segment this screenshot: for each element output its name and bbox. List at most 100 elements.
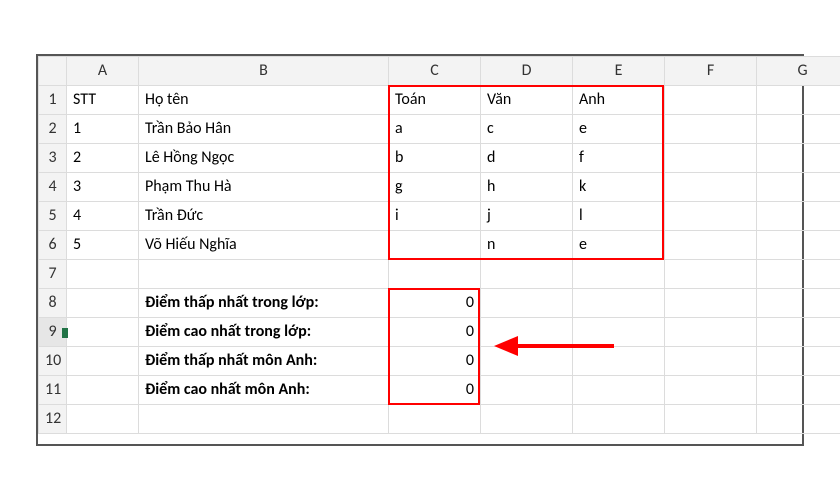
cell-C3[interactable]: b [389,144,481,173]
cell-B12[interactable] [139,405,389,434]
cell-G8[interactable] [757,289,840,318]
cell-A4[interactable]: 3 [67,173,139,202]
cell-C2[interactable]: a [389,115,481,144]
cell-G2[interactable] [757,115,840,144]
cell-B10[interactable]: Điểm thấp nhất môn Anh: [139,347,389,376]
cell-B9[interactable]: Điểm cao nhất trong lớp: [139,318,389,347]
cell-A11[interactable] [67,376,139,405]
cell-G10[interactable] [757,347,840,376]
cell-E3[interactable]: f [573,144,665,173]
cell-A3[interactable]: 2 [67,144,139,173]
cell-D4[interactable]: h [481,173,573,202]
col-header-D[interactable]: D [481,57,573,86]
cell-G6[interactable] [757,231,840,260]
cell-D11[interactable] [481,376,573,405]
cell-F9[interactable] [665,318,757,347]
row-header-3[interactable]: 3 [39,144,67,173]
row-header-4[interactable]: 4 [39,173,67,202]
cell-F3[interactable] [665,144,757,173]
cell-D1[interactable]: Văn [481,86,573,115]
cell-D2[interactable]: c [481,115,573,144]
cell-C6[interactable] [389,231,481,260]
cell-G9[interactable] [757,318,840,347]
cell-B1[interactable]: Họ tên [139,86,389,115]
cell-C8[interactable]: 0 [389,289,481,318]
cell-C5[interactable]: i [389,202,481,231]
row-header-7[interactable]: 7 [39,260,67,289]
cell-G1[interactable] [757,86,840,115]
cell-C11[interactable]: 0 [389,376,481,405]
cell-D5[interactable]: j [481,202,573,231]
cell-F1[interactable] [665,86,757,115]
col-header-C[interactable]: C [389,57,481,86]
cell-F7[interactable] [665,260,757,289]
cell-E7[interactable] [573,260,665,289]
cell-F6[interactable] [665,231,757,260]
cell-A2[interactable]: 1 [67,115,139,144]
cell-D9[interactable] [481,318,573,347]
cell-G7[interactable] [757,260,840,289]
cell-F11[interactable] [665,376,757,405]
row-header-5[interactable]: 5 [39,202,67,231]
cell-E2[interactable]: e [573,115,665,144]
row-header-12[interactable]: 12 [39,405,67,434]
row-header-11[interactable]: 11 [39,376,67,405]
col-header-G[interactable]: G [757,57,840,86]
cell-E8[interactable] [573,289,665,318]
cell-B4[interactable]: Phạm Thu Hà [139,173,389,202]
cell-F8[interactable] [665,289,757,318]
cell-G3[interactable] [757,144,840,173]
row-header-6[interactable]: 6 [39,231,67,260]
cell-A7[interactable] [67,260,139,289]
col-header-A[interactable]: A [67,57,139,86]
cell-B6[interactable]: Võ Hiếu Nghĩa [139,231,389,260]
col-header-B[interactable]: B [139,57,389,86]
cell-B7[interactable] [139,260,389,289]
cell-D7[interactable] [481,260,573,289]
cell-E1[interactable]: Anh [573,86,665,115]
cell-D12[interactable] [481,405,573,434]
cell-G5[interactable] [757,202,840,231]
cell-E9[interactable] [573,318,665,347]
cell-C12[interactable] [389,405,481,434]
cell-D8[interactable] [481,289,573,318]
row-header-10[interactable]: 10 [39,347,67,376]
cell-A12[interactable] [67,405,139,434]
cell-G11[interactable] [757,376,840,405]
cell-F4[interactable] [665,173,757,202]
row-header-2[interactable]: 2 [39,115,67,144]
cell-G12[interactable] [757,405,840,434]
cell-C7[interactable] [389,260,481,289]
cell-A1[interactable]: STT [67,86,139,115]
cell-C10[interactable]: 0 [389,347,481,376]
cell-F10[interactable] [665,347,757,376]
cell-G4[interactable] [757,173,840,202]
cell-A6[interactable]: 5 [67,231,139,260]
cell-B11[interactable]: Điểm cao nhất môn Anh: [139,376,389,405]
cell-E12[interactable] [573,405,665,434]
cell-C4[interactable]: g [389,173,481,202]
cell-B3[interactable]: Lê Hồng Ngọc [139,144,389,173]
col-header-E[interactable]: E [573,57,665,86]
row-header-9[interactable]: 9 [39,318,67,347]
cell-A8[interactable] [67,289,139,318]
cell-B2[interactable]: Trần Bảo Hân [139,115,389,144]
cell-D6[interactable]: n [481,231,573,260]
col-header-F[interactable]: F [665,57,757,86]
cell-E4[interactable]: k [573,173,665,202]
cell-F5[interactable] [665,202,757,231]
cell-C9[interactable]: 0 [389,318,481,347]
select-all-corner[interactable] [39,57,67,86]
cell-A9[interactable] [67,318,139,347]
cell-B8[interactable]: Điểm thấp nhất trong lớp: [139,289,389,318]
cell-E6[interactable]: e [573,231,665,260]
cell-E11[interactable] [573,376,665,405]
cell-E10[interactable] [573,347,665,376]
cell-D10[interactable] [481,347,573,376]
cell-C1[interactable]: Toán [389,86,481,115]
row-header-1[interactable]: 1 [39,86,67,115]
cell-A10[interactable] [67,347,139,376]
cell-A5[interactable]: 4 [67,202,139,231]
cell-D3[interactable]: d [481,144,573,173]
cell-E5[interactable]: l [573,202,665,231]
